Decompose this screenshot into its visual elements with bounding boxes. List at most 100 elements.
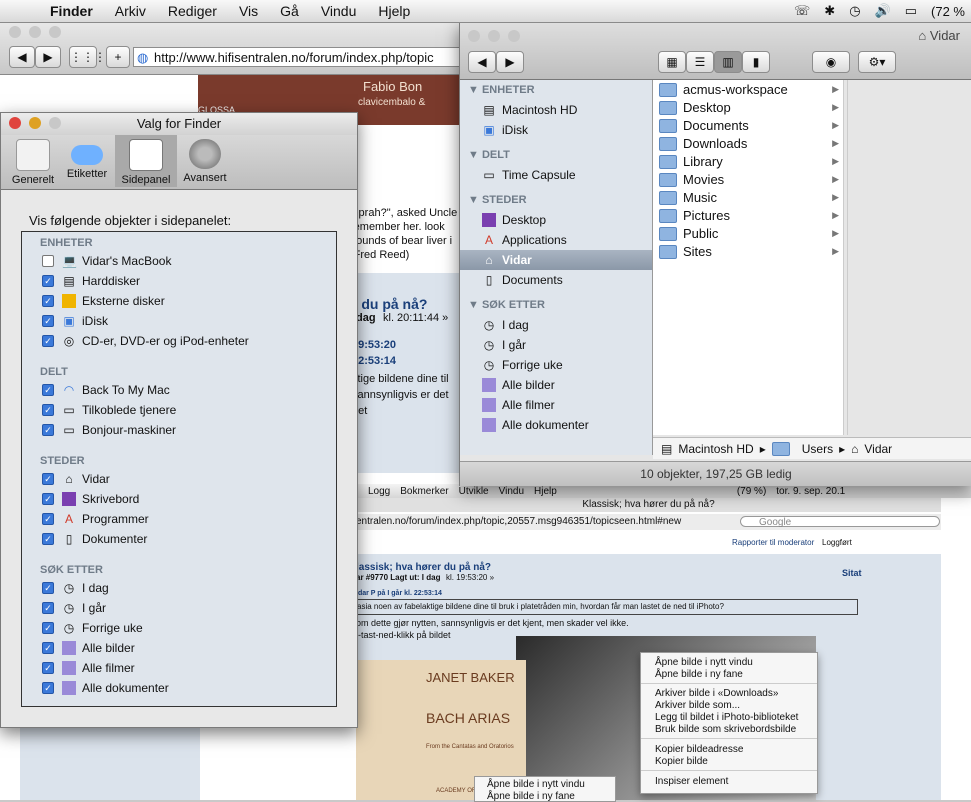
- pref-row[interactable]: ✓ ◠ Back To My Mac: [42, 381, 170, 399]
- folder-item[interactable]: Desktop ▶: [659, 100, 839, 115]
- pref-row[interactable]: ✓ Alle filmer: [42, 659, 135, 677]
- battery-percent[interactable]: (72 %: [931, 4, 965, 19]
- grid-icon[interactable]: ⋮⋮⋮: [69, 46, 106, 68]
- pref-row[interactable]: ✓ ▭ Tilkoblede tjenere: [42, 401, 176, 419]
- sidebar-item-vidar[interactable]: ⌂ Vidar: [482, 253, 531, 267]
- volume-icon[interactable]: 🔊: [875, 3, 891, 19]
- folder-item[interactable]: Documents ▶: [659, 118, 839, 133]
- checkbox[interactable]: ✓: [42, 622, 54, 634]
- sidebar-item-alle-bilder[interactable]: Alle bilder: [482, 378, 555, 392]
- menu-app[interactable]: Finder: [50, 3, 93, 19]
- path-segment[interactable]: Users: [802, 442, 833, 456]
- close-button[interactable]: [9, 117, 21, 129]
- menu-save-image-downloads[interactable]: Arkiver bilde i «Downloads»: [655, 688, 778, 699]
- coverflow-view-button[interactable]: ▮: [742, 51, 770, 73]
- pref-row[interactable]: 💻 Vidar's MacBook: [42, 252, 171, 270]
- pref-row[interactable]: ✓ ◷ I dag: [42, 579, 109, 597]
- add-bookmark-button[interactable]: +: [106, 46, 130, 68]
- pref-row[interactable]: ✓ Alle dokumenter: [42, 679, 169, 697]
- sidebar-item-idisk[interactable]: ▣ iDisk: [482, 123, 528, 137]
- checkbox[interactable]: ✓: [42, 315, 54, 327]
- folder-item[interactable]: Movies ▶: [659, 172, 839, 187]
- thread-title[interactable]: r du på nå?: [352, 296, 427, 312]
- tab-sidepanel[interactable]: Sidepanel: [115, 135, 177, 187]
- close-button[interactable]: [468, 30, 480, 42]
- zoom-button[interactable]: [49, 26, 61, 38]
- checkbox[interactable]: ✓: [42, 493, 54, 505]
- menu-open-image-new-tab[interactable]: Åpne bilde i ny fane: [655, 669, 743, 680]
- column-view-button[interactable]: ▥: [714, 51, 742, 73]
- sidebar-item-macintosh-hd[interactable]: ▤ Macintosh HD: [482, 103, 577, 117]
- checkbox[interactable]: ✓: [42, 642, 54, 654]
- checkbox[interactable]: ✓: [42, 404, 54, 416]
- pref-row[interactable]: ✓ Alle bilder: [42, 639, 135, 657]
- checkbox[interactable]: [42, 255, 54, 267]
- sidebar-item-time-capsule[interactable]: ▭ Time Capsule: [482, 168, 575, 182]
- pref-row[interactable]: ✓ ▤ Harddisker: [42, 272, 140, 290]
- list-view-button[interactable]: ☰: [686, 51, 714, 73]
- menu-vis[interactable]: Vis: [239, 3, 258, 19]
- bluetooth-icon[interactable]: ✱: [824, 3, 835, 19]
- menu-hjelp[interactable]: Hjelp: [378, 3, 410, 19]
- action-gear-icon[interactable]: ⚙▾: [858, 51, 896, 73]
- battery-icon[interactable]: ▭: [905, 3, 917, 19]
- checkbox[interactable]: ✓: [42, 682, 54, 694]
- menu-use-as-desktop[interactable]: Bruk bilde som skrivebordsbilde: [655, 724, 796, 735]
- column-divider[interactable]: [847, 80, 848, 435]
- icon-view-button[interactable]: ▦: [658, 51, 686, 73]
- path-segment[interactable]: Vidar: [864, 442, 892, 456]
- checkbox[interactable]: ✓: [42, 662, 54, 674]
- checkbox[interactable]: ✓: [42, 335, 54, 347]
- pref-row[interactable]: ✓ Eksterne disker: [42, 292, 165, 310]
- menu-copy-image-address[interactable]: Kopier bildeadresse: [655, 744, 743, 755]
- back-button[interactable]: ◀: [468, 51, 496, 73]
- menu-open-image-new-window[interactable]: Åpne bilde i nytt vindu: [487, 779, 585, 790]
- checkbox[interactable]: ✓: [42, 602, 54, 614]
- folder-item[interactable]: Pictures ▶: [659, 208, 839, 223]
- sidebar-item-i-dag[interactable]: ◷ I dag: [482, 318, 529, 332]
- close-button[interactable]: [9, 26, 21, 38]
- pref-row[interactable]: ✓ ▣ iDisk: [42, 312, 108, 330]
- folder-item[interactable]: acmus-workspace ▶: [659, 82, 839, 97]
- tab-avansert[interactable]: Avansert: [177, 137, 233, 184]
- checkbox[interactable]: ✓: [42, 384, 54, 396]
- path-segment[interactable]: Macintosh HD: [678, 442, 753, 456]
- forward-button[interactable]: ▶: [35, 46, 61, 68]
- zoom-button[interactable]: [508, 30, 520, 42]
- folder-item[interactable]: Sites ▶: [659, 244, 839, 259]
- zoom-button[interactable]: [49, 117, 61, 129]
- checkbox[interactable]: ✓: [42, 295, 54, 307]
- menu-open-image-new-window[interactable]: Åpne bilde i nytt vindu: [655, 657, 753, 668]
- menu-ga[interactable]: Gå: [280, 3, 299, 19]
- checkbox[interactable]: ✓: [42, 513, 54, 525]
- back-button[interactable]: ◀: [9, 46, 35, 68]
- menu-add-to-iphoto[interactable]: Legg til bildet i iPhoto-biblioteket: [655, 712, 798, 723]
- folder-item[interactable]: Downloads ▶: [659, 136, 839, 151]
- sidebar-item-forrige-uke[interactable]: ◷ Forrige uke: [482, 358, 563, 372]
- folder-item[interactable]: Library ▶: [659, 154, 839, 169]
- pref-row[interactable]: ✓ Skrivebord: [42, 490, 139, 508]
- checkbox[interactable]: ✓: [42, 582, 54, 594]
- forward-button[interactable]: ▶: [496, 51, 524, 73]
- pref-row[interactable]: ✓ ▭ Bonjour-maskiner: [42, 421, 176, 439]
- menu-inspect-element[interactable]: Inspiser element: [655, 776, 728, 787]
- time-machine-icon[interactable]: ◷: [849, 3, 860, 19]
- checkbox[interactable]: ✓: [42, 424, 54, 436]
- checkbox[interactable]: ✓: [42, 533, 54, 545]
- pref-row[interactable]: ✓ ◎ CD-er, DVD-er og iPod-enheter: [42, 332, 249, 350]
- sidebar-item-i-gar[interactable]: ◷ I går: [482, 338, 526, 352]
- menu-copy-image[interactable]: Kopier bilde: [655, 756, 708, 767]
- tab-etiketter[interactable]: Etiketter: [59, 137, 115, 180]
- sidebar-item-alle-dokumenter[interactable]: Alle dokumenter: [482, 418, 589, 432]
- checkbox[interactable]: ✓: [42, 275, 54, 287]
- checkbox[interactable]: ✓: [42, 473, 54, 485]
- phone-icon[interactable]: ☏: [794, 3, 810, 19]
- tab-generelt[interactable]: Generelt: [5, 137, 61, 186]
- pref-row[interactable]: ✓ ◷ I går: [42, 599, 106, 617]
- pref-row[interactable]: ✓ ◷ Forrige uke: [42, 619, 143, 637]
- folder-item[interactable]: Public ▶: [659, 226, 839, 241]
- folder-item[interactable]: Music ▶: [659, 190, 839, 205]
- minimize-button[interactable]: [29, 117, 41, 129]
- menu-open-image-new-tab[interactable]: Åpne bilde i ny fane: [487, 791, 575, 802]
- sidebar-item-documents[interactable]: ▯ Documents: [482, 273, 563, 287]
